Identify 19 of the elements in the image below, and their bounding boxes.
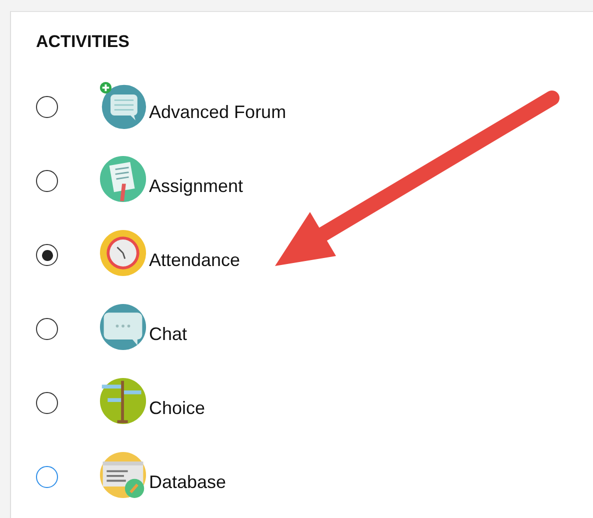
activity-label[interactable]: Chat [149,324,188,344]
section-title: ACTIVITIES [36,32,131,52]
forum-icon [99,81,147,129]
radio-button[interactable] [36,244,58,266]
radio-button[interactable] [36,318,58,340]
signpost-icon [99,377,147,425]
activity-label[interactable]: Database [149,472,226,492]
activity-label[interactable]: Choice [149,398,206,418]
clock-icon [99,229,147,277]
radio-button[interactable] [36,170,58,192]
radio-button[interactable] [36,392,58,414]
radio-button[interactable] [36,466,58,488]
chat-icon [99,303,147,351]
activity-label[interactable]: Advanced Forum [149,102,286,122]
radio-button[interactable] [36,96,58,118]
activity-label[interactable]: Attendance [149,250,240,270]
activity-label[interactable]: Assignment [149,176,244,196]
database-icon [99,451,147,499]
assignment-icon [99,155,147,203]
